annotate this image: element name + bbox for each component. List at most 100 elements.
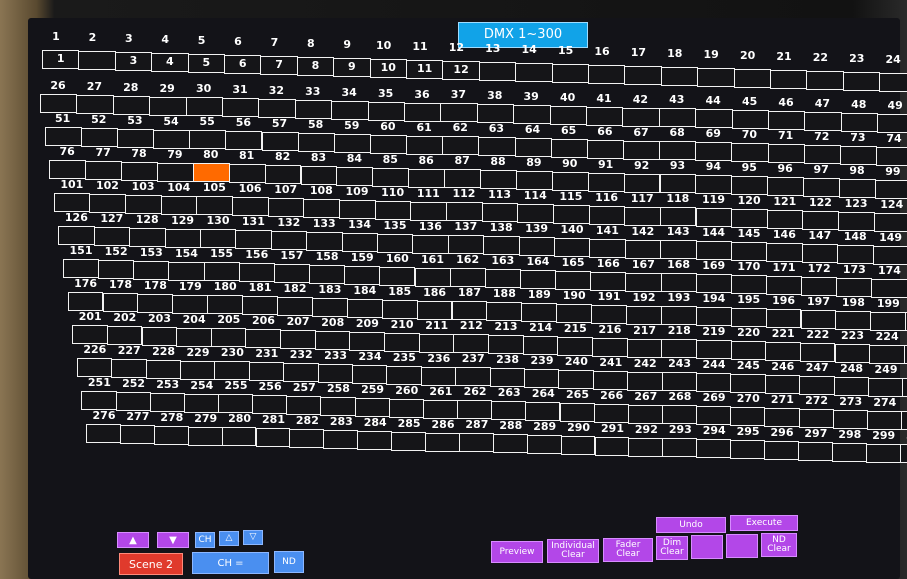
channel-cell[interactable] <box>422 399 459 419</box>
channel-cell[interactable] <box>627 371 663 391</box>
channel-cell[interactable] <box>323 429 359 449</box>
channel-cell[interactable] <box>661 405 698 425</box>
channel-cell[interactable] <box>453 334 489 354</box>
channel-cell[interactable]: 3 <box>114 52 153 71</box>
channel-cell[interactable] <box>798 408 834 428</box>
channel-cell[interactable] <box>297 132 335 152</box>
channel-cell[interactable] <box>53 193 91 212</box>
channel-cell[interactable] <box>210 328 247 348</box>
channel-cell[interactable] <box>344 265 381 285</box>
channel-cell[interactable] <box>270 231 308 251</box>
channel-cell[interactable] <box>309 264 346 284</box>
channel-cell[interactable] <box>549 105 587 125</box>
channel-cell[interactable] <box>873 212 907 232</box>
channel-cell[interactable] <box>133 260 170 280</box>
channel-cell[interactable] <box>764 375 801 394</box>
channel-cell[interactable] <box>483 236 520 256</box>
channel-cell[interactable] <box>58 226 95 245</box>
channel-cell[interactable] <box>519 270 557 290</box>
channel-cell[interactable] <box>189 130 227 150</box>
channel-cell[interactable] <box>67 292 104 311</box>
channel-cell[interactable] <box>168 261 205 281</box>
channel-cell[interactable] <box>303 198 340 218</box>
channel-cell[interactable] <box>183 393 219 413</box>
channel-cell[interactable] <box>339 199 376 219</box>
channel-cell[interactable] <box>214 361 250 381</box>
channel-cell[interactable] <box>455 367 491 387</box>
channel-cell[interactable] <box>478 62 517 81</box>
channel-cell[interactable] <box>730 275 767 295</box>
channel-cell[interactable] <box>765 309 802 328</box>
channel-cell[interactable] <box>660 240 697 260</box>
channel-cell[interactable] <box>480 170 517 190</box>
channel-cell[interactable] <box>111 358 147 378</box>
channel-cell[interactable] <box>354 397 390 417</box>
channel-cell[interactable] <box>196 196 234 216</box>
channel-cell[interactable] <box>730 341 767 361</box>
channel-cell[interactable] <box>451 301 488 321</box>
channel-cell[interactable] <box>106 325 143 345</box>
channel-cell[interactable] <box>552 204 590 224</box>
channel-cell[interactable] <box>872 245 907 265</box>
channel-cell[interactable] <box>659 141 697 161</box>
channel-cell[interactable] <box>832 409 868 429</box>
channel-cell[interactable] <box>264 165 302 185</box>
nd-button[interactable]: ND <box>274 551 304 573</box>
channel-cell[interactable] <box>522 336 559 356</box>
channel-cell[interactable] <box>899 444 907 464</box>
channel-cell[interactable] <box>222 98 260 118</box>
channel-cell[interactable] <box>696 439 732 459</box>
channel-cell[interactable] <box>804 111 842 131</box>
channel-cell[interactable] <box>207 295 244 315</box>
channel-cell[interactable] <box>384 332 420 352</box>
channel-cell[interactable] <box>367 101 405 121</box>
channel-cell[interactable] <box>352 364 388 384</box>
channel-cell[interactable] <box>768 111 806 130</box>
dim-clear-button[interactable]: Dim Clear <box>656 536 688 560</box>
channel-cell[interactable] <box>72 325 108 344</box>
channel-cell[interactable] <box>766 210 804 229</box>
channel-cell[interactable] <box>730 374 766 394</box>
channel-cell[interactable] <box>586 139 624 159</box>
channel-cell[interactable] <box>695 208 733 228</box>
channel-cell[interactable] <box>442 136 480 156</box>
channel-cell[interactable] <box>661 372 697 392</box>
channel-cell[interactable] <box>314 330 351 350</box>
channel-cell[interactable] <box>731 209 768 229</box>
channel-cell[interactable] <box>261 132 299 152</box>
channel-cell[interactable] <box>517 204 554 224</box>
channel-cell[interactable] <box>172 294 209 314</box>
channel-cell[interactable] <box>491 401 527 421</box>
channel-cell[interactable] <box>591 304 627 324</box>
channel-cell[interactable] <box>374 200 412 220</box>
channel-cell[interactable] <box>391 431 426 451</box>
channel-cell[interactable] <box>346 298 383 318</box>
individual-clear-button[interactable]: Individual Clear <box>547 539 599 563</box>
small-up-button[interactable]: △ <box>219 531 239 546</box>
channel-cell[interactable] <box>153 129 191 149</box>
channel-cell[interactable] <box>187 426 223 446</box>
channel-cell[interactable] <box>765 342 801 361</box>
channel-cell[interactable] <box>333 133 371 153</box>
channel-cell[interactable] <box>164 228 201 248</box>
channel-cell[interactable] <box>695 340 732 360</box>
channel-cell[interactable] <box>902 378 907 398</box>
channel-cell[interactable] <box>372 167 410 187</box>
scroll-up-button[interactable]: ▲ <box>117 532 149 548</box>
channel-cell[interactable] <box>357 430 393 450</box>
channel-cell[interactable] <box>44 127 82 146</box>
channel-cell[interactable] <box>556 303 593 323</box>
channel-cell[interactable] <box>78 51 116 70</box>
active-channel-cell[interactable] <box>192 163 230 183</box>
channel-cell[interactable] <box>767 177 805 196</box>
channel-cell[interactable] <box>457 400 493 420</box>
channel-cell[interactable] <box>695 109 733 129</box>
channel-cell[interactable] <box>876 146 907 166</box>
channel-cell[interactable] <box>659 174 697 194</box>
channel-cell[interactable] <box>731 242 768 262</box>
channel-cell[interactable] <box>40 94 78 113</box>
channel-cell[interactable] <box>866 410 902 430</box>
channel-cell[interactable] <box>877 113 907 133</box>
execute-button[interactable]: Execute <box>730 515 798 531</box>
channel-cell[interactable] <box>803 144 841 164</box>
